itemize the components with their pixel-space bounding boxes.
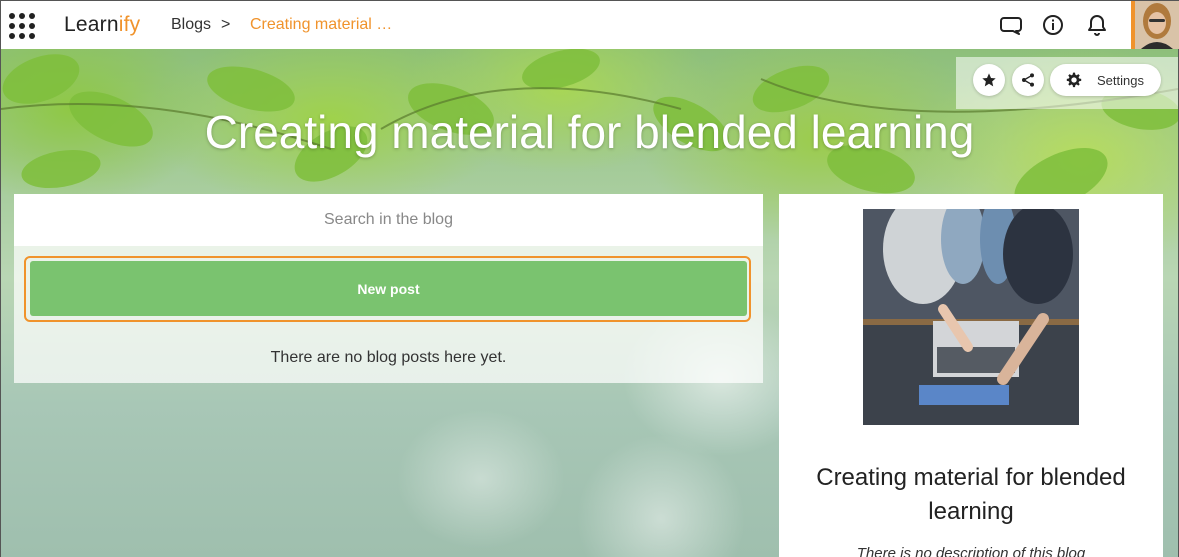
empty-state-message: There are no blog posts here yet.	[270, 349, 507, 366]
apps-grid-icon[interactable]	[9, 13, 35, 39]
breadcrumb-current: Creating material …	[250, 16, 393, 33]
bell-icon[interactable]	[1085, 13, 1109, 37]
gear-icon	[1066, 72, 1082, 88]
share-icon	[1022, 73, 1034, 87]
blog-title: Creating material for blended learning	[816, 464, 1126, 525]
page-title: Creating material for blended learning	[204, 106, 975, 158]
settings-button[interactable]: Settings	[1050, 64, 1161, 96]
info-icon[interactable]	[1041, 13, 1065, 37]
top-bar: Learnify Blogs > Creating material …	[1, 1, 1179, 49]
favorite-button[interactable]	[973, 64, 1005, 96]
blog-description: There is no description of this blog	[856, 545, 1086, 557]
star-icon	[982, 73, 996, 87]
chat-icon[interactable]	[1000, 13, 1024, 37]
logo-main-text: Learn	[64, 13, 119, 36]
new-post-button[interactable]: New post	[30, 261, 747, 316]
avatar[interactable]	[1131, 1, 1179, 49]
logo-accent-text: ify	[118, 13, 141, 36]
breadcrumb-separator: >	[221, 16, 231, 33]
search-input[interactable]	[14, 194, 763, 246]
share-button[interactable]	[1012, 64, 1044, 96]
settings-label: Settings	[1097, 73, 1144, 88]
blog-cover-image	[863, 209, 1079, 425]
blog-search	[14, 194, 763, 246]
breadcrumb-blogs[interactable]: Blogs	[171, 16, 211, 34]
logo[interactable]: Learnify	[64, 13, 140, 37]
